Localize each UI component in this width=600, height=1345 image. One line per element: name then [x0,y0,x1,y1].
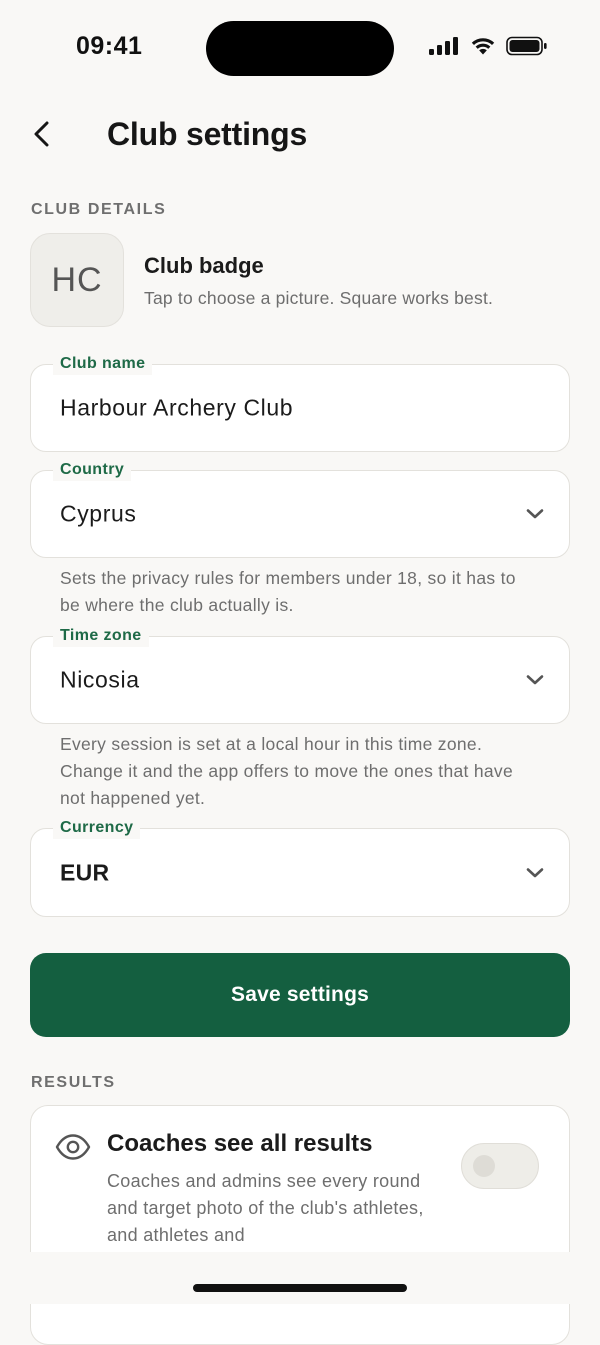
time-zone-helper-text: Every session is set at a local hour in … [60,734,514,808]
toggle-knob [473,1155,495,1177]
time-zone-select[interactable]: Time zone Nicosia [30,625,570,724]
status-icons [428,36,548,56]
coaches-see-all-title: Coaches see all results [107,1130,373,1157]
header: Club settings [0,100,600,170]
wifi-icon [471,38,495,55]
chevron-down-icon [525,863,545,883]
coaches-see-all-toggle[interactable] [461,1143,539,1189]
bottom-safe-area [0,1252,600,1304]
country-value: Cyprus [60,500,137,527]
signal-icon [429,37,458,55]
badge-initials: HC [51,260,103,299]
club-badge-button[interactable]: HC [30,233,124,327]
currency-select[interactable]: Currency EUR [30,817,570,917]
back-button[interactable] [22,112,62,156]
coaches-see-all-description: Coaches and admins see every round and t… [107,1171,424,1245]
battery-icon [506,36,547,56]
section-label-results: RESULTS [31,1074,116,1091]
dynamic-island [206,21,394,76]
status-time: 09:41 [76,32,143,60]
currency-label: Currency [53,817,141,839]
country-label: Country [53,459,132,481]
chevron-down-icon [525,504,545,524]
time-zone-label: Time zone [53,625,149,647]
results-visibility-card: Coaches see all results Coaches and admi… [30,1105,570,1345]
eye-icon [55,1134,91,1160]
badge-title: Club badge [144,253,264,278]
chevron-left-icon [34,121,49,147]
country-select[interactable]: Country Cyprus [30,459,570,558]
badge-hint: Tap to choose a picture. Square works be… [144,288,494,308]
chevron-down-icon [525,670,545,690]
time-zone-value: Nicosia [60,666,140,693]
status-bar: 09:41 [0,0,600,96]
club-name-label: Club name [53,353,153,375]
save-settings-button[interactable]: Save settings [30,953,570,1037]
section-label-club-details: CLUB DETAILS [31,201,167,218]
page-title: Club settings [107,116,308,152]
club-name-field[interactable]: Club name Harbour Archery Club [30,353,570,452]
currency-value: EUR [60,859,110,885]
club-name-value: Harbour Archery Club [60,394,294,421]
country-helper-text: Sets the privacy rules for members under… [60,568,516,615]
home-indicator[interactable] [193,1284,407,1292]
